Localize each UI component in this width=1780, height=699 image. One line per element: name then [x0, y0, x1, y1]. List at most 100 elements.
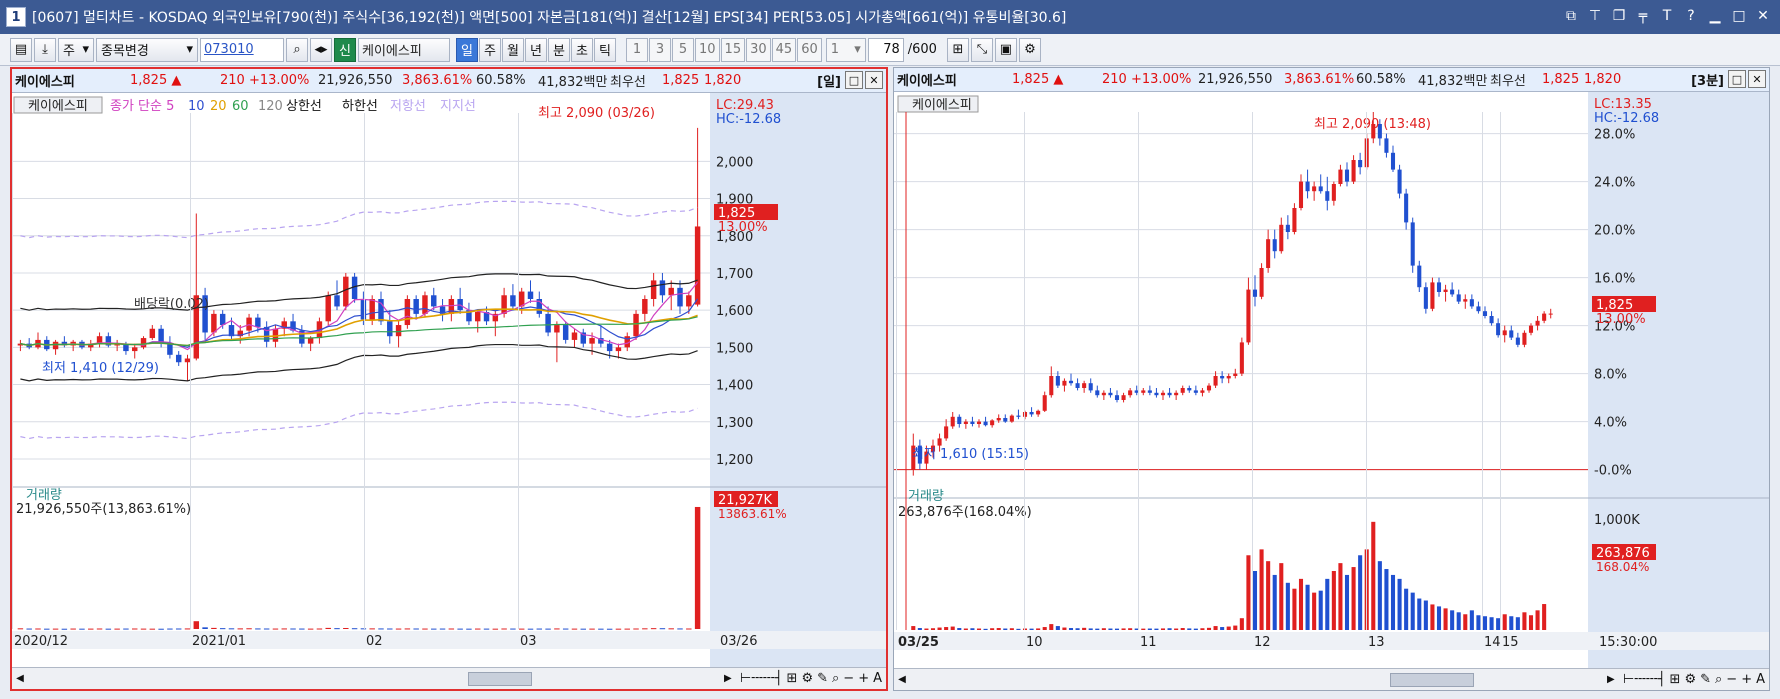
- plus-icon[interactable]: +: [1741, 672, 1752, 687]
- period-button-6[interactable]: 틱: [594, 37, 616, 62]
- left-chart-panel[interactable]: 케이에스피 1,825 ▲ 210 +13.00% 21,926,550 3,8…: [10, 67, 888, 691]
- font-icon[interactable]: T: [1658, 6, 1676, 26]
- left-scrollbar[interactable]: ◀ ▶ ⊢╌╌╌┤ ⊞ ⚙ ✎ ⌕ − + A: [12, 667, 886, 689]
- interval-button-0[interactable]: 1: [626, 37, 648, 62]
- volume-bar: [52, 628, 59, 630]
- volume-bar: [246, 628, 252, 630]
- volume-bar: [1331, 571, 1336, 630]
- volume-bar: [1174, 628, 1179, 630]
- minus-icon[interactable]: −: [843, 671, 854, 686]
- candle-body: [694, 226, 701, 305]
- candle-body: [976, 421, 982, 424]
- link-icon[interactable]: ⧉: [1562, 6, 1580, 26]
- interval-button-4[interactable]: 15: [720, 37, 746, 62]
- save-icon[interactable]: ▣: [994, 37, 1017, 62]
- layout-icon[interactable]: ▤: [10, 37, 32, 62]
- window-icon[interactable]: □: [845, 71, 863, 89]
- scroll-left-icon[interactable]: ◀: [12, 670, 28, 688]
- period-button-0[interactable]: 일: [456, 37, 478, 62]
- minimize-icon[interactable]: ▁: [1706, 6, 1724, 26]
- scale-icon[interactable]: ⤡: [970, 37, 993, 62]
- pin-icon[interactable]: ⊤: [1586, 6, 1604, 26]
- interval-button-6[interactable]: 45: [771, 37, 797, 62]
- gear-icon[interactable]: ⚙: [801, 671, 813, 686]
- period-button-3[interactable]: 년: [525, 37, 547, 62]
- pen-icon[interactable]: ✎: [1700, 672, 1711, 687]
- panel-close-icon[interactable]: ✕: [865, 71, 883, 89]
- interval-select[interactable]: 1 ▾: [825, 37, 866, 62]
- indicator-icon[interactable]: ⊞: [946, 37, 969, 62]
- right-chart-svg[interactable]: -0.0%4.0%8.0%12.0%16.0%20.0%24.0%28.0%케이…: [894, 92, 1769, 669]
- sound-icon[interactable]: ◂▸: [310, 37, 332, 62]
- gear-icon[interactable]: ⚙: [1684, 672, 1696, 687]
- settings-icon[interactable]: ⚙: [1018, 37, 1041, 62]
- volume-bar: [448, 628, 455, 630]
- period-button-4[interactable]: 분: [548, 37, 570, 62]
- legend-name: 케이에스피: [912, 98, 972, 113]
- search-icon[interactable]: ⌕: [286, 37, 308, 62]
- volume-bar: [917, 628, 922, 630]
- volume-bar: [911, 626, 916, 630]
- download-icon[interactable]: ⤓: [34, 37, 56, 62]
- scroll-thumb[interactable]: [468, 671, 532, 686]
- scroll-track[interactable]: [28, 671, 720, 687]
- change-select[interactable]: 종목변경 ▾: [96, 37, 198, 62]
- grid-icon[interactable]: ⊞: [787, 671, 798, 686]
- interval-button-1[interactable]: 3: [649, 37, 671, 62]
- panel-close-icon[interactable]: ✕: [1748, 70, 1766, 88]
- right-scrollbar[interactable]: ◀ ▶ ⊢╌╌╌┤ ⊞ ⚙ ✎ ⌕ − + A: [894, 668, 1769, 690]
- text-icon[interactable]: A: [1756, 672, 1765, 687]
- plus-icon[interactable]: +: [858, 671, 869, 686]
- period-button-1[interactable]: 주: [479, 37, 501, 62]
- stock-name-field[interactable]: 케이에스피: [358, 37, 450, 62]
- left-chart-svg[interactable]: 1,2001,3001,4001,5001,6001,7001,8001,900…: [12, 93, 886, 668]
- right-chart-panel[interactable]: 케이에스피 1,825 ▲ 210 +13.00% 21,926,550 3,8…: [893, 67, 1770, 691]
- volume-bar: [351, 628, 358, 630]
- volume-bar: [983, 628, 988, 630]
- interval-button-3[interactable]: 10: [695, 37, 720, 62]
- candle-body: [1246, 289, 1251, 343]
- candle-body: [184, 358, 191, 363]
- quote-vol-ratio: 3,863.61%: [402, 73, 473, 88]
- volume-bar: [1463, 614, 1468, 630]
- interval-button-2[interactable]: 5: [672, 37, 694, 62]
- x-tick-label: 02: [366, 634, 383, 649]
- candle-body: [1088, 383, 1093, 391]
- magnifier-icon[interactable]: ⌕: [832, 671, 839, 686]
- scroll-right-icon[interactable]: ▶: [1603, 671, 1619, 689]
- period-button-5[interactable]: 초: [571, 37, 593, 62]
- interval-button-7[interactable]: 60: [797, 37, 822, 62]
- scroll-thumb[interactable]: [1390, 672, 1474, 687]
- magnifier-icon[interactable]: ⌕: [1715, 672, 1722, 687]
- volume-bar: [659, 628, 666, 630]
- copy-window-icon[interactable]: ❐: [1610, 6, 1628, 26]
- pen-icon[interactable]: ✎: [817, 671, 828, 686]
- new-badge[interactable]: 신: [334, 37, 356, 62]
- zoom-slider-icon[interactable]: ⊢╌╌╌┤: [1623, 672, 1666, 687]
- scroll-track[interactable]: [910, 672, 1603, 688]
- help-icon[interactable]: ?: [1682, 6, 1700, 26]
- count-input[interactable]: 78: [867, 37, 904, 62]
- candle-body: [983, 421, 988, 426]
- unit-select[interactable]: 주 ▾: [58, 37, 94, 62]
- period-tag: [3분]: [1691, 74, 1724, 89]
- minus-icon[interactable]: −: [1726, 672, 1737, 687]
- hc-label: HC:-12.68: [1594, 111, 1659, 126]
- close-icon[interactable]: ✕: [1754, 6, 1772, 26]
- candle-body: [475, 312, 481, 322]
- zoom-slider-icon[interactable]: ⊢╌╌╌┤: [740, 671, 783, 686]
- grid-icon[interactable]: ⊞: [1670, 672, 1681, 687]
- candle-body: [1252, 289, 1258, 297]
- maximize-icon[interactable]: □: [1730, 6, 1748, 26]
- interval-button-5[interactable]: 30: [746, 37, 771, 62]
- scroll-left-icon[interactable]: ◀: [894, 671, 910, 689]
- period-button-2[interactable]: 월: [502, 37, 524, 62]
- pin2-icon[interactable]: ╤: [1634, 6, 1652, 26]
- window-icon[interactable]: □: [1728, 70, 1746, 88]
- scroll-right-icon[interactable]: ▶: [720, 670, 736, 688]
- code-input[interactable]: 073010: [200, 37, 284, 62]
- candle-body: [650, 280, 657, 299]
- quote-vol-ratio: 3,863.61%: [1284, 72, 1355, 87]
- text-icon[interactable]: A: [873, 671, 882, 686]
- x-tick-label: 11: [1140, 635, 1157, 650]
